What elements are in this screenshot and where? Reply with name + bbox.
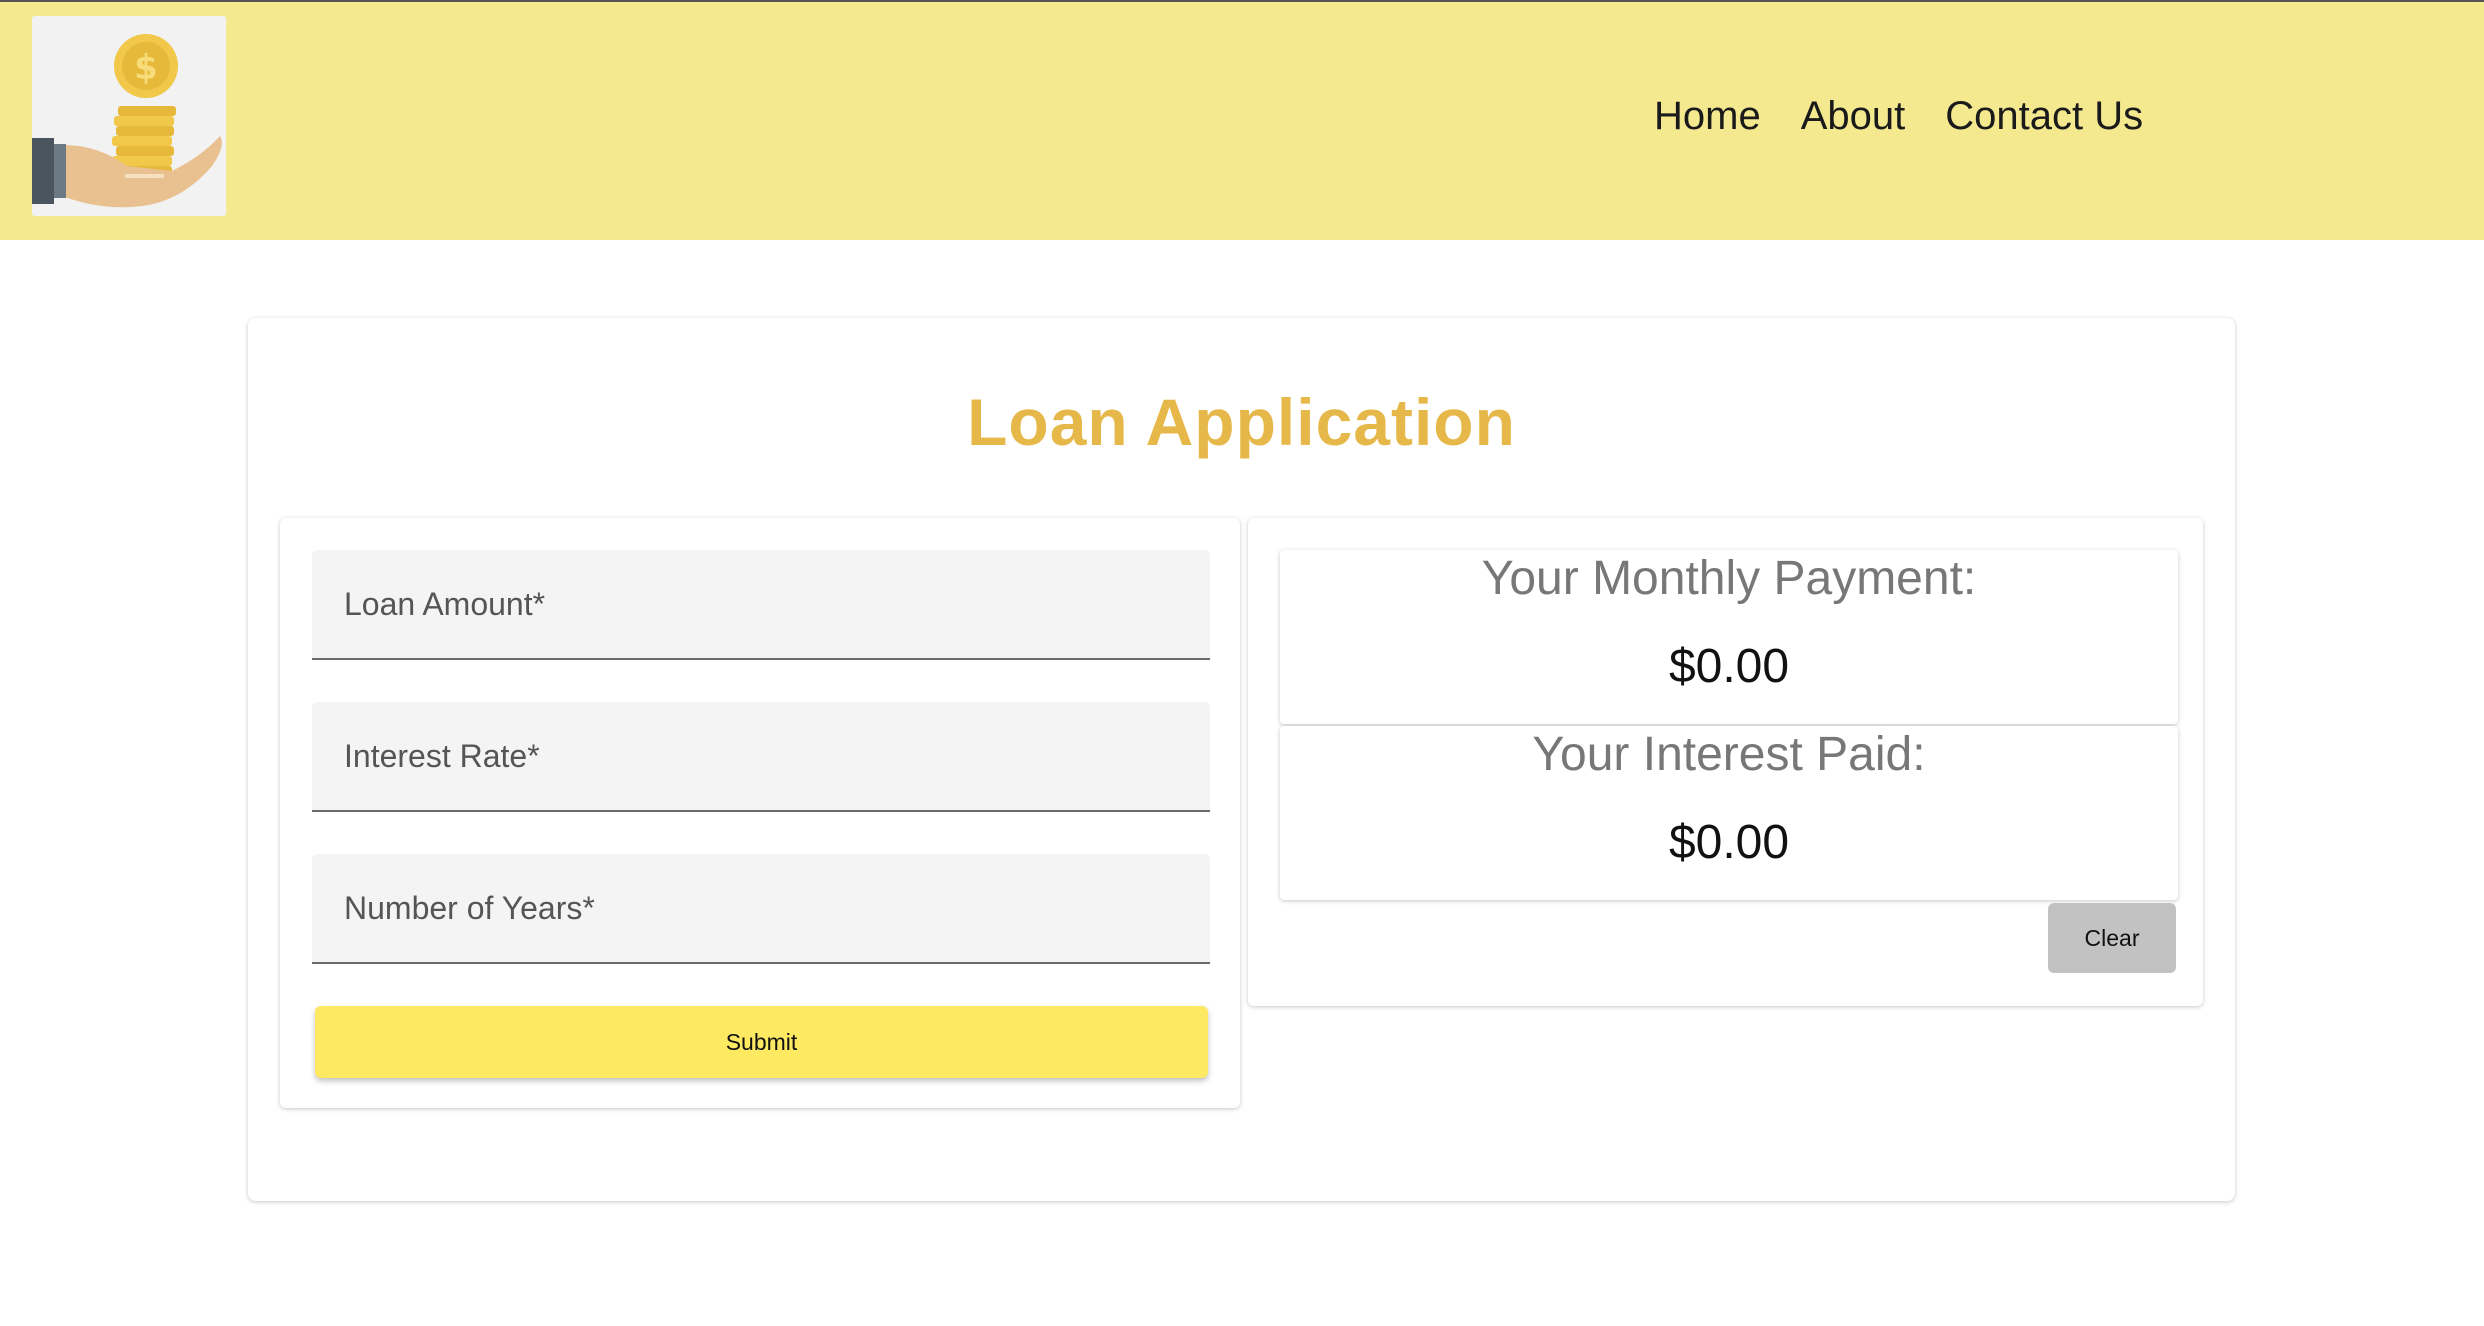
number-of-years-label: Number of Years* — [344, 890, 595, 926]
number-of-years-input[interactable]: Number of Years* — [312, 854, 1210, 964]
loan-application-card: Loan Application Loan Amount* Interest R… — [248, 318, 2235, 1201]
clear-button[interactable]: Clear — [2048, 903, 2176, 973]
interest-rate-label: Interest Rate* — [344, 738, 540, 774]
nav-about-link[interactable]: About — [1801, 92, 1906, 140]
main-nav: Home About Contact Us — [1654, 92, 2143, 140]
loan-amount-input[interactable]: Loan Amount* — [312, 550, 1210, 660]
interest-rate-input[interactable]: Interest Rate* — [312, 702, 1210, 812]
loan-amount-label: Loan Amount* — [344, 586, 546, 622]
svg-text:$: $ — [134, 48, 158, 88]
monthly-payment-box: Your Monthly Payment: $0.00 — [1280, 550, 2178, 724]
results-panel: Your Monthly Payment: $0.00 Your Interes… — [1248, 518, 2203, 1006]
interest-paid-value: $0.00 — [1668, 816, 1790, 869]
monthly-payment-value: $0.00 — [1668, 640, 1790, 693]
loan-form: Loan Amount* Interest Rate* Number of Ye… — [280, 518, 1240, 1108]
monthly-payment-label: Your Monthly Payment: — [1481, 552, 1977, 605]
header-bar: $ Home About Contact Us — [0, 0, 2484, 240]
submit-button[interactable]: Submit — [315, 1006, 1208, 1078]
page-title: Loan Application — [967, 385, 1516, 459]
nav-home-link[interactable]: Home — [1654, 92, 1761, 140]
nav-contact-us-link[interactable]: Contact Us — [1945, 92, 2143, 140]
interest-paid-label: Your Interest Paid: — [1532, 728, 1926, 781]
coins-in-hand-icon[interactable]: $ — [32, 16, 226, 216]
interest-paid-box: Your Interest Paid: $0.00 — [1280, 726, 2178, 900]
